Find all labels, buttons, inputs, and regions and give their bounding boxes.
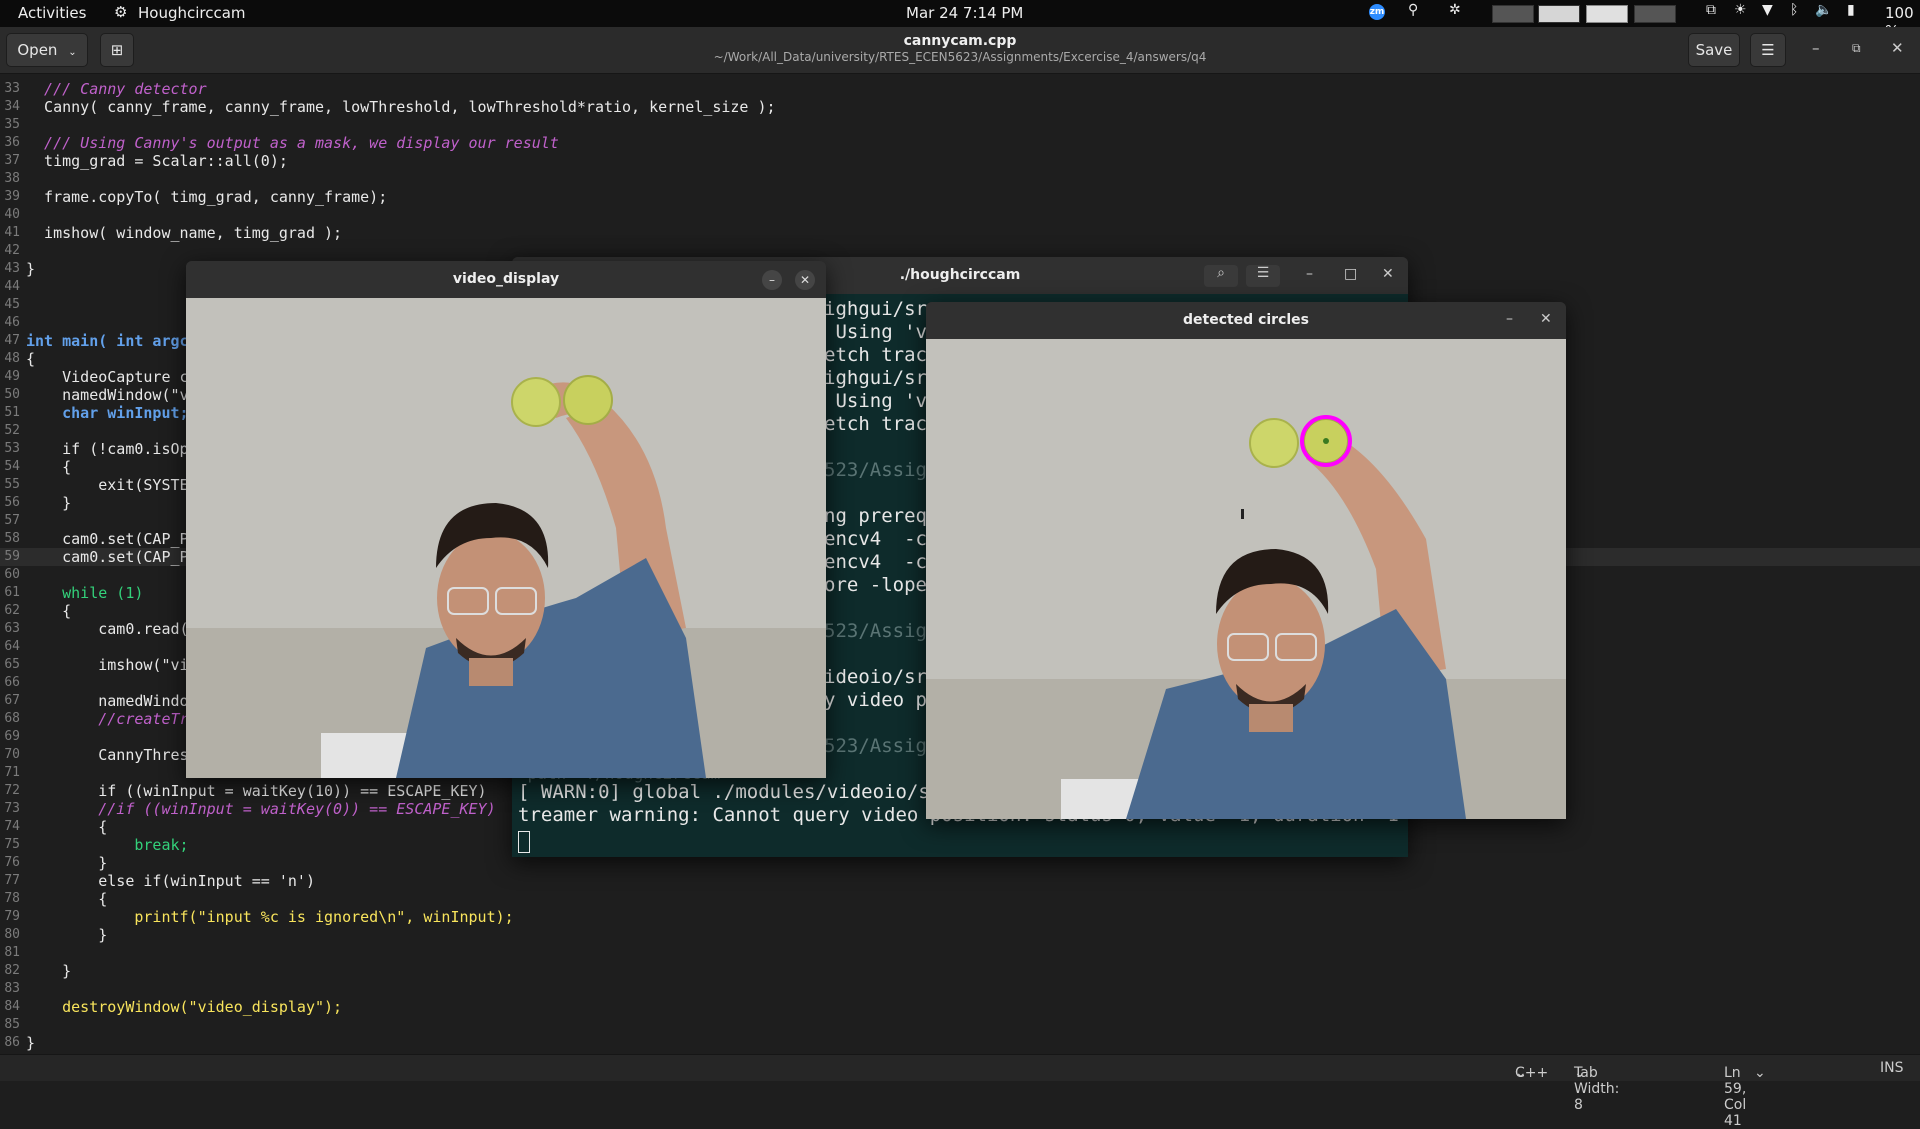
code-line: 79 printf("input %c is ignored\n", winIn… xyxy=(4,908,514,926)
code-line: 78 { xyxy=(4,890,108,908)
app-name: Houghcirccam xyxy=(138,4,246,22)
terminal-line: encv4 -c xyxy=(824,528,927,550)
code-line: 82 } xyxy=(4,962,72,980)
activities-button[interactable]: Activities xyxy=(18,4,86,22)
volume-icon[interactable]: 🔈 xyxy=(1815,2,1832,18)
code-line: 38 xyxy=(4,171,20,186)
terminal-line: 523/Assig xyxy=(824,620,927,642)
minimize-icon[interactable]: – xyxy=(1306,266,1313,282)
workspace-3[interactable] xyxy=(1586,5,1628,23)
code-line: 37 timg_grad = Scalar::all(0); xyxy=(4,152,288,170)
terminal-line: etch track xyxy=(824,344,939,366)
chevron-down-icon: ⌄ xyxy=(1574,1065,1586,1081)
zoom-icon[interactable]: zm xyxy=(1369,4,1385,20)
terminal-line: etch track xyxy=(824,413,939,435)
chevron-down-icon: ⌄ xyxy=(1754,1065,1766,1081)
detected-circles-window[interactable]: detected circles – ✕ xyxy=(926,302,1566,819)
workspace-2[interactable] xyxy=(1538,5,1580,23)
workspace-1[interactable] xyxy=(1492,5,1534,23)
terminal-line: ighgui/sr xyxy=(824,298,927,320)
maximize-icon[interactable]: □ xyxy=(1344,266,1357,282)
restore-icon[interactable]: ⧉ xyxy=(1852,41,1861,56)
video-display-title: video_display xyxy=(186,261,826,298)
camera-frame-image xyxy=(926,339,1566,819)
camera-feed xyxy=(926,339,1566,819)
editor-header-bar: Open ⌄ ⊞ cannycam.cpp ~/Work/All_Data/un… xyxy=(0,27,1920,74)
terminal-line: Using 'v xyxy=(824,321,927,343)
workspace-4[interactable] xyxy=(1634,5,1676,23)
terminal-line: 523/Assig xyxy=(824,459,927,481)
code-line: 77 else if(winInput == 'n') xyxy=(4,872,315,890)
terminal-line: ighgui/sr xyxy=(824,367,927,389)
code-line: 39 frame.copyTo( timg_grad, canny_frame)… xyxy=(4,188,388,206)
terminal-line: ore -lope xyxy=(824,574,927,596)
close-icon[interactable]: ✕ xyxy=(1891,39,1904,57)
save-button[interactable]: Save xyxy=(1688,33,1740,67)
chevron-down-icon: ⌄ xyxy=(1515,1065,1527,1081)
minimize-icon[interactable]: – xyxy=(1812,39,1820,57)
code-line: 85 xyxy=(4,1017,20,1032)
code-line: 40 xyxy=(4,207,20,222)
status-bar: C++ ⌄ Tab Width: 8 ⌄ Ln 59, Col 41 ⌄ INS xyxy=(0,1054,1920,1129)
document-path: ~/Work/All_Data/university/RTES_ECEN5623… xyxy=(713,50,1207,64)
code-line: 36 /// Using Canny's output as a mask, w… xyxy=(4,134,559,152)
code-line: 35 xyxy=(4,117,20,132)
code-line: 84 destroyWindow("video_display"); xyxy=(4,998,343,1016)
clock[interactable]: Mar 24 7:14 PM xyxy=(906,4,1023,22)
camera-frame-image xyxy=(186,298,826,778)
terminal-line: ideoio/sr xyxy=(824,666,927,688)
close-icon[interactable]: ✕ xyxy=(795,270,815,290)
hamburger-icon: ☰ xyxy=(1761,41,1775,59)
top-bar: Activities ⚙ Houghcirccam Mar 24 7:14 PM… xyxy=(0,0,1920,40)
brightness-icon[interactable]: ☀ xyxy=(1734,2,1747,18)
menu-button[interactable]: ☰ xyxy=(1750,33,1786,67)
terminal-line: Using 'v xyxy=(824,390,927,412)
screen-share-icon[interactable]: ⧉ xyxy=(1706,2,1716,18)
minimize-icon[interactable]: – xyxy=(762,270,782,290)
close-icon[interactable]: ✕ xyxy=(1540,311,1552,327)
bluetooth-icon[interactable]: ᛒ xyxy=(1790,2,1798,18)
search-icon[interactable]: ⌕ xyxy=(1204,265,1238,287)
terminal-line: y video p xyxy=(824,689,927,711)
minimize-icon[interactable]: – xyxy=(1506,311,1513,327)
code-line: 34 Canny( canny_frame, canny_frame, lowT… xyxy=(4,98,776,116)
code-line: 33 /// Canny detector xyxy=(4,80,207,98)
code-line: 80 } xyxy=(4,926,108,944)
slack-icon[interactable]: ✲ xyxy=(1449,2,1461,18)
app-icon: ⚙ xyxy=(114,3,128,21)
terminal-line: [ WARN:0] global ./modules/videoio/sr xyxy=(518,781,942,803)
insert-mode: INS xyxy=(1880,1060,1904,1076)
code-line: 41 imshow( window_name, timg_grad ); xyxy=(4,224,343,242)
code-line: 83 xyxy=(4,981,20,996)
hamburger-icon[interactable]: ☰ xyxy=(1246,265,1280,287)
code-line: 81 xyxy=(4,945,20,960)
terminal-line: encv4 -c xyxy=(824,551,927,573)
camera-feed xyxy=(186,298,826,778)
code-line: 86} xyxy=(4,1034,36,1052)
network-icon[interactable]: ⚲ xyxy=(1408,2,1418,18)
cursor-position-label: Ln 59, Col 41 xyxy=(1724,1065,1747,1129)
wifi-icon[interactable]: ▼ xyxy=(1762,2,1773,18)
battery-icon[interactable]: ▮ xyxy=(1847,2,1855,18)
document-title: cannycam.cpp xyxy=(903,33,1017,49)
video-display-window[interactable]: video_display – ✕ xyxy=(186,261,826,778)
terminal-line: 523/Assig xyxy=(824,735,927,757)
terminal-cursor xyxy=(518,831,530,853)
terminal-line: ng prereq xyxy=(824,505,927,527)
close-icon[interactable]: ✕ xyxy=(1382,266,1394,282)
detected-circles-title: detected circles xyxy=(926,302,1566,339)
app-menu[interactable]: ⚙ Houghcirccam xyxy=(114,3,246,22)
